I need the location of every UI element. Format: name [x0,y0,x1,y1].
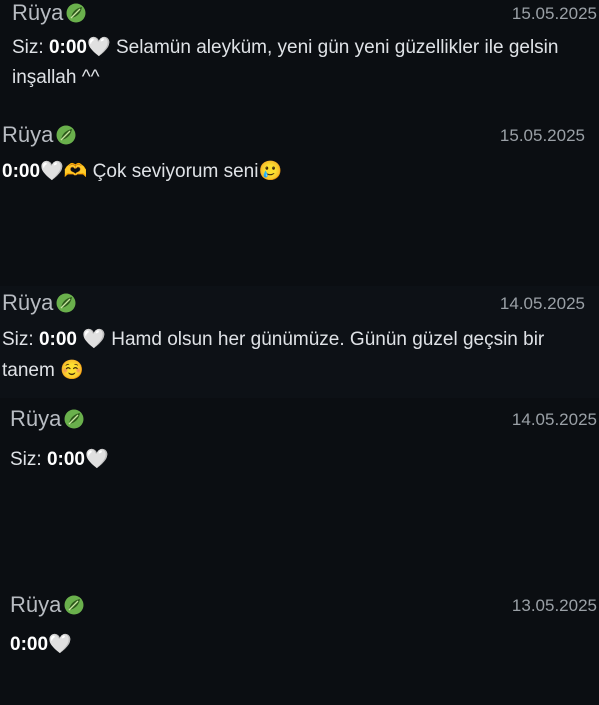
leaf-icon [66,3,86,23]
white-heart-emoji: 🤍 [48,633,72,655]
conversation-date: 15.05.2025 [511,4,597,23]
conversation-date: 13.05.2025 [511,596,597,615]
contact-name: Rüya [10,406,84,432]
white-heart-emoji: 🤍 [87,36,111,58]
conversation-header: Rüya 13.05.2025 [0,592,599,624]
conversation-header: Rüya 15.05.2025 [0,122,599,154]
smiling-tear-emoji: 🥲 [258,160,283,182]
conversation-date: 14.05.2025 [499,294,585,313]
white-heart-emoji: 🤍 [82,328,106,350]
message-preview: Siz: 0:00 🤍 Hamd olsun her günümüze. Gün… [2,328,545,381]
leaf-icon [64,595,84,615]
conversation-item[interactable]: Rüya 14.05.2025 Siz: 0:00🤍 [0,398,599,584]
contact-name: Rüya [2,122,76,148]
leaf-icon [56,125,76,145]
message-preview: Siz: 0:00🤍 Selamün aleyküm, yeni gün yen… [12,36,559,88]
conversation-date: 14.05.2025 [511,410,597,429]
conversation-item[interactable]: Rüya 15.05.2025 0:00🤍🫶 Çok seviyorum sen… [0,118,599,286]
white-heart-emoji: 🤍 [40,160,64,182]
conversation-item[interactable]: Rüya 15.05.2025 Siz: 0:00🤍 Selamün aleyk… [0,0,599,118]
conversation-date: 15.05.2025 [499,126,585,145]
white-heart-emoji: 🤍 [85,448,109,470]
heart-hands-emoji: 🫶 [63,160,88,182]
conversation-header: Rüya 14.05.2025 [0,290,599,322]
message-preview: 0:00🤍 [10,633,72,655]
smiling-face-emoji: ☺️ [60,359,84,381]
message-preview: 0:00🤍🫶 Çok seviyorum seni🥲 [2,160,283,182]
leaf-icon [56,293,76,313]
contact-name: Rüya [2,290,76,316]
message-preview: Siz: 0:00🤍 [10,448,109,470]
conversation-header: Rüya 15.05.2025 [0,0,599,32]
conversation-item[interactable]: Rüya 14.05.2025 Siz: 0:00 🤍 Hamd olsun h… [0,286,599,398]
contact-name: Rüya [12,0,86,26]
contact-name: Rüya [10,592,84,618]
leaf-icon [64,409,84,429]
conversation-header: Rüya 14.05.2025 [0,406,599,438]
conversation-item[interactable]: Rüya 13.05.2025 0:00🤍 [0,584,599,705]
